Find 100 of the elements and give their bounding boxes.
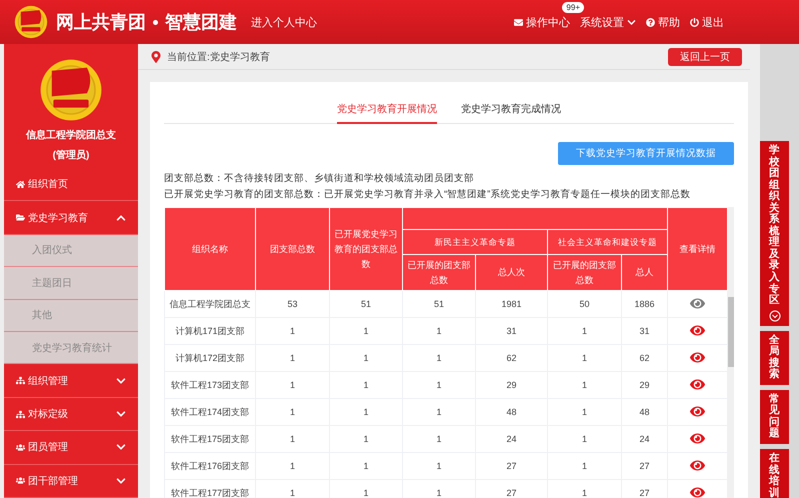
view-icon[interactable] (690, 430, 705, 446)
table-cell: 软件工程175团支部 (164, 426, 256, 452)
table-cell: 1 (548, 452, 622, 480)
table-cell: 53 (256, 290, 330, 318)
side-shortcut-button[interactable]: 常见问题 (760, 390, 789, 444)
table-cell: 1 (548, 372, 622, 398)
table-cell: 29 (476, 372, 548, 398)
header-cell: 查看详情 (668, 208, 728, 290)
users-icon (16, 476, 25, 486)
download-button[interactable]: 下载党史学习教育开展情况数据 (558, 142, 734, 165)
table-cell: 软件工程177团支部 (164, 480, 256, 498)
header-link[interactable]: 帮助 (646, 14, 680, 30)
table-cell: 50 (548, 290, 622, 318)
view-icon[interactable] (690, 376, 705, 392)
table-cell: 29 (622, 372, 668, 398)
header-cell: 总人次 (476, 254, 548, 290)
table-cell: 1 (402, 372, 476, 398)
table-cell: 1 (256, 318, 330, 344)
side-shortcut-button[interactable]: 在线培训 (760, 449, 789, 498)
note-text: 团支部总数：不含待接转团支部、乡镇街道和学校领域流动团员团支部 (164, 172, 475, 186)
table-cell: 1 (256, 452, 330, 480)
table-cell: 48 (622, 398, 668, 426)
table-cell: 信息工程学院团总支 (164, 290, 256, 318)
header-cell: 已开展的团支部总数 (402, 254, 476, 290)
header-cell: 已开展党史学习教育的团支部总数 (330, 208, 402, 290)
table-cell: 1 (402, 344, 476, 372)
table-cell: 51 (330, 290, 402, 318)
table-cell: 1 (330, 344, 402, 372)
table-cell: 软件工程174团支部 (164, 398, 256, 426)
side-shortcut-button[interactable]: 学校团组织关系梳理及录入专区 (760, 141, 789, 326)
power-icon (690, 18, 699, 26)
table-cell: 1981 (476, 290, 548, 318)
table-cell: 27 (476, 452, 548, 480)
view-icon[interactable] (690, 350, 705, 364)
back-button[interactable]: 返回上一页 (668, 48, 742, 66)
mail-icon (514, 18, 523, 26)
personal-center-link[interactable]: 进入个人中心 (251, 14, 317, 30)
table-cell: 31 (622, 318, 668, 344)
header-cell: 组织名称 (164, 208, 256, 290)
location-pin-icon (150, 50, 162, 62)
note-text: 已开展党史学习教育的团支部总数：已开展党史学习教育并录入“智慧团建”系统党史学习教育专题任一模块的团支部总数 (164, 188, 692, 202)
table-cell: 1 (402, 426, 476, 452)
table-cell: 24 (622, 426, 668, 452)
table-cell: 27 (622, 452, 668, 480)
folder-icon (16, 213, 25, 222)
chevron-down-icon (116, 476, 126, 486)
table-cell: 1 (330, 318, 402, 344)
chevron-down-icon (116, 409, 126, 419)
header-cell: 新民主主义革命专题 (402, 230, 548, 254)
table-cell: 48 (476, 398, 548, 426)
table-cell: 1 (402, 318, 476, 344)
table-cell: 1 (330, 452, 402, 480)
header-link[interactable]: 系统设置 (580, 14, 636, 30)
notification-badge: 99+ (562, 2, 584, 12)
table-cell: 1 (402, 452, 476, 480)
chevron-circle-icon (768, 310, 780, 322)
tab[interactable]: 党史学习教育开展情况 (337, 94, 437, 124)
table-cell: 1 (330, 372, 402, 398)
separator-dot (153, 20, 158, 24)
side-shortcut-button[interactable]: 全局搜索 (760, 330, 789, 385)
view-icon[interactable] (690, 484, 705, 498)
home-icon (16, 180, 25, 189)
table-cell: 1 (330, 398, 402, 426)
table-cell: 1 (402, 398, 476, 426)
help-icon (646, 18, 655, 26)
view-icon[interactable] (690, 322, 705, 338)
table-cell: 62 (622, 344, 668, 372)
table-cell: 1 (548, 398, 622, 426)
site-title: 网上共青团 (56, 11, 146, 34)
org-name: 信息工程学院团总支 (26, 128, 116, 142)
table-cell: 计算机172团支部 (164, 344, 256, 372)
table-cell: 1 (548, 318, 622, 344)
table-cell: 软件工程176团支部 (164, 452, 256, 480)
view-icon[interactable] (690, 296, 705, 310)
table-cell: 软件工程173团支部 (164, 372, 256, 398)
view-icon[interactable] (690, 404, 705, 418)
tab[interactable]: 党史学习教育完成情况 (461, 94, 561, 124)
header-cell: 团支部总数 (256, 208, 330, 290)
breadcrumb: 当前位置:党史学习教育 (167, 50, 270, 64)
table-cell: 1886 (622, 290, 668, 318)
sitemap-icon (16, 376, 25, 386)
table-cell: 1 (256, 372, 330, 398)
table-cell: 1 (548, 426, 622, 452)
table-cell: 1 (256, 398, 330, 426)
chevron-up-icon (116, 212, 126, 223)
table-cell: 62 (476, 344, 548, 372)
table-cell: 1 (548, 344, 622, 372)
header-link[interactable]: 退出 (690, 14, 724, 30)
view-icon[interactable] (690, 458, 705, 472)
header-cell: 社会主义革命和建设专题 (548, 230, 668, 254)
chevron-down-icon (116, 376, 126, 386)
nav-item[interactable]: 团干部管理 (4, 464, 138, 498)
sitemap-icon (16, 410, 25, 418)
emblem-icon (14, 5, 48, 39)
chevron-down-icon (627, 18, 636, 26)
table-cell: 24 (476, 426, 548, 452)
chevron-down-icon (116, 442, 126, 452)
table-cell: 31 (476, 318, 548, 344)
users-icon (16, 442, 25, 452)
table-cell: 1 (330, 426, 402, 452)
